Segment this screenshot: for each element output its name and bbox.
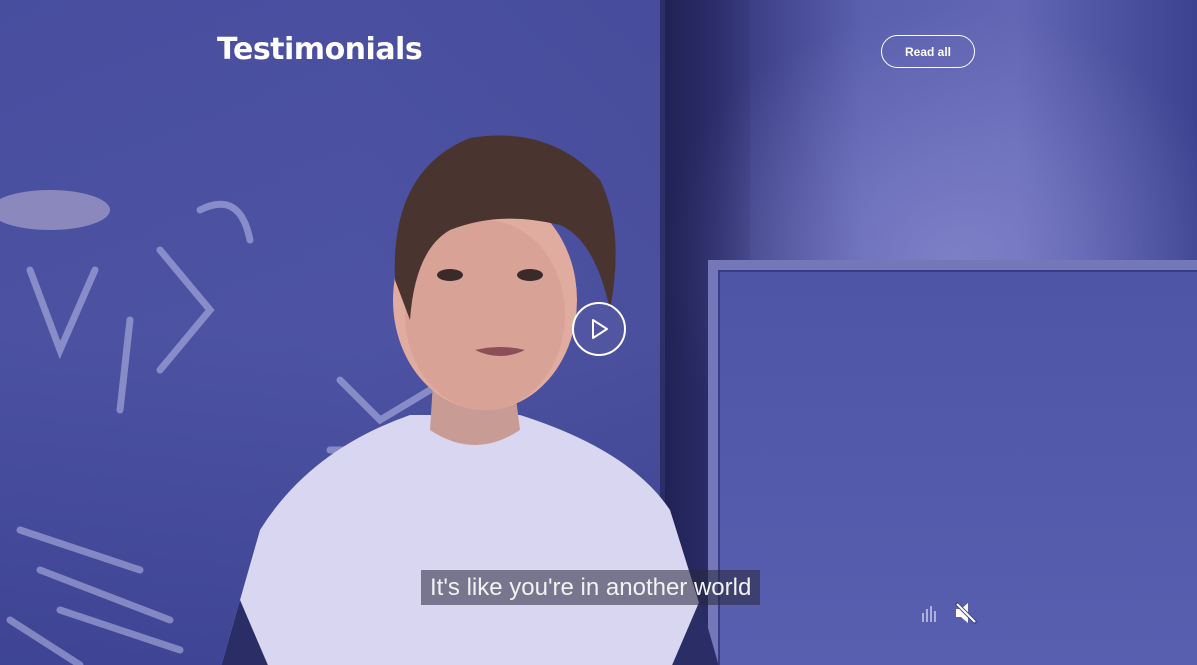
audio-bars-icon[interactable] [921,606,939,622]
play-button[interactable] [572,302,626,356]
muted-speaker-icon[interactable] [953,601,979,625]
video-subtitle: It's like you're in another world [421,570,761,605]
video-player[interactable]: Testimonials Read all It's like you're i… [0,0,1197,665]
page-title: Testimonials [217,32,423,67]
read-all-button[interactable]: Read all [881,35,975,68]
play-icon [592,319,608,339]
